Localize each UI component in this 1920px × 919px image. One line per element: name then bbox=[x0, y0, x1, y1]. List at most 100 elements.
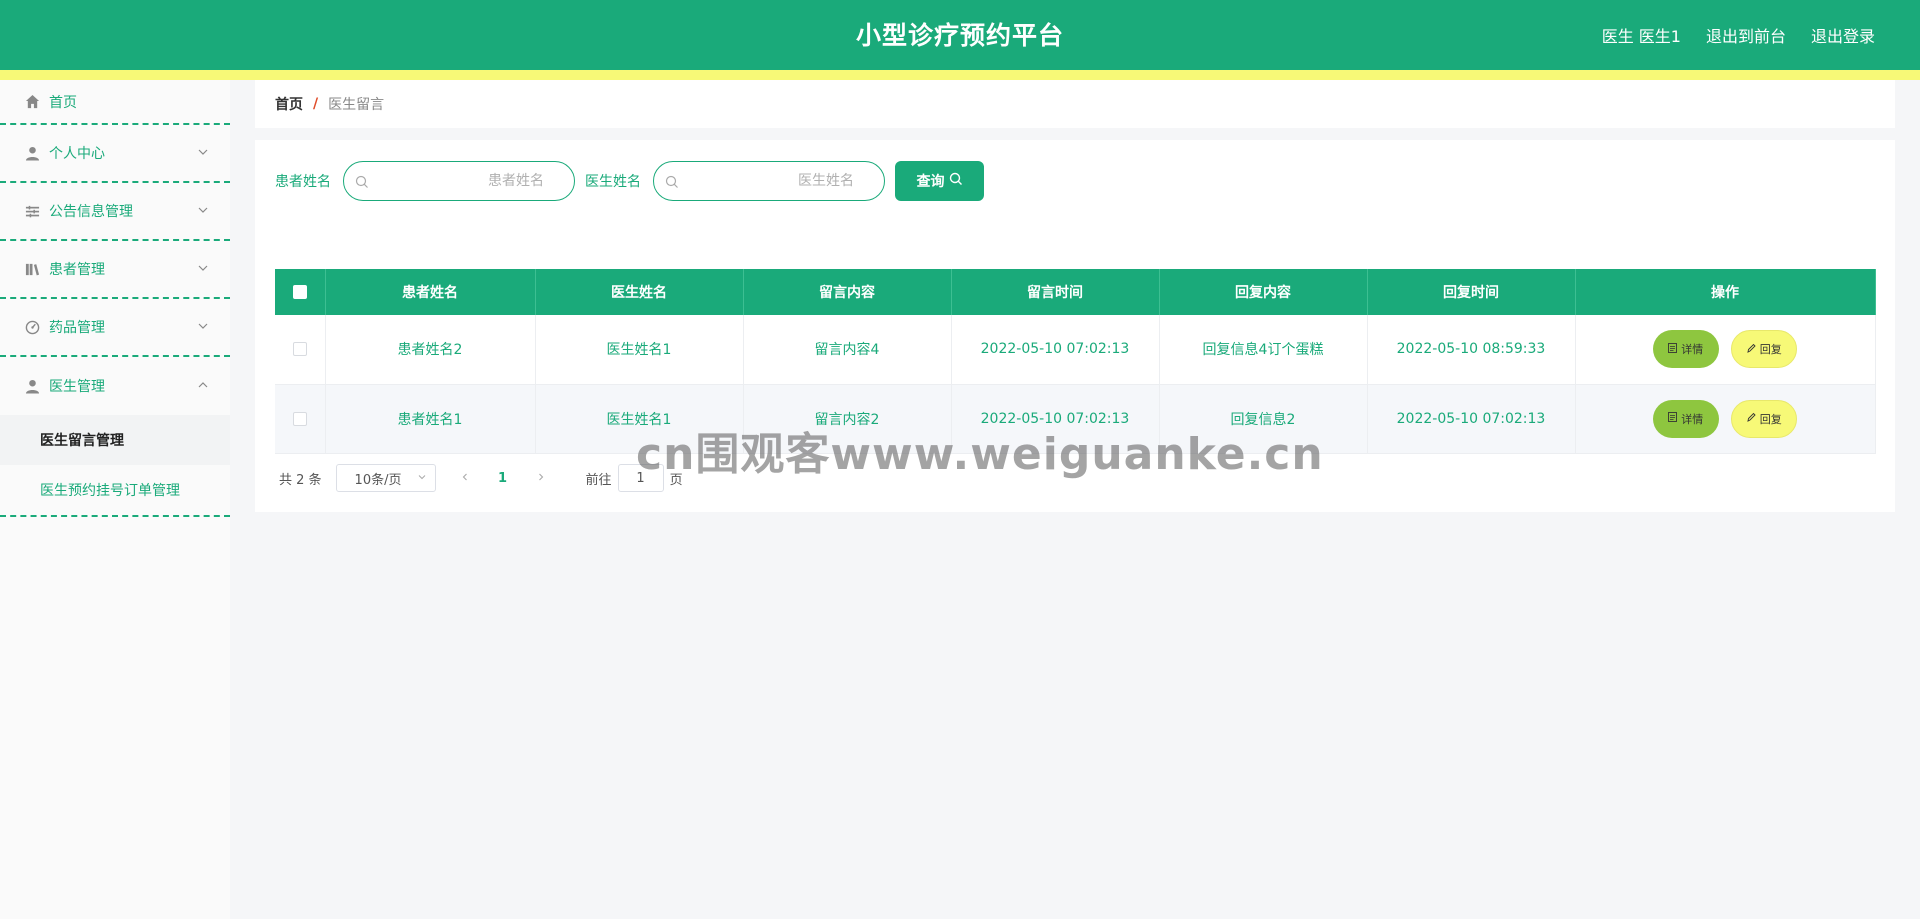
doctor-name-search bbox=[653, 161, 885, 201]
next-page-button[interactable] bbox=[526, 471, 556, 486]
content-card: 患者姓名 医生姓名 查询 患者姓名 bbox=[255, 140, 1895, 512]
detail-button-label: 详情 bbox=[1681, 412, 1704, 426]
message-time-cell: 2022-05-10 07:02:13 bbox=[951, 384, 1160, 454]
select-all-cell bbox=[275, 269, 326, 315]
goto-label: 前往 bbox=[585, 472, 612, 488]
sidebar-item-medicines[interactable]: 药品管理 bbox=[0, 299, 230, 357]
detail-button[interactable]: 详情 bbox=[1652, 399, 1719, 438]
pagination: 共 2 条 10条/页 1 前往 页 bbox=[279, 464, 683, 492]
page-size-value: 10条/页 bbox=[354, 472, 402, 488]
doctor-name-label: 医生姓名 bbox=[585, 174, 641, 190]
patient-name-label: 患者姓名 bbox=[275, 174, 331, 190]
actions-cell: 详情 回复 bbox=[1575, 315, 1876, 385]
detail-button-label: 详情 bbox=[1681, 343, 1704, 357]
total-count: 共 2 条 bbox=[279, 472, 322, 488]
row-checkbox[interactable] bbox=[292, 411, 307, 426]
doctor-submenu: 医生留言管理 医生预约挂号订单管理 bbox=[0, 415, 230, 517]
edit-icon bbox=[1747, 343, 1756, 356]
patient-name-input[interactable] bbox=[378, 164, 564, 198]
detail-button[interactable]: 详情 bbox=[1652, 330, 1719, 369]
user-icon bbox=[24, 378, 40, 394]
select-all-checkbox[interactable] bbox=[292, 285, 307, 299]
chevron-down-icon bbox=[196, 203, 210, 217]
current-user-link[interactable]: 医生 医生1 bbox=[1602, 23, 1681, 47]
sidebar-item-label: 首页 bbox=[49, 94, 77, 111]
sidebar-item-label: 公告信息管理 bbox=[49, 204, 133, 220]
query-button-label: 查询 bbox=[916, 174, 945, 190]
table-header-row: 患者姓名 医生姓名 留言内容 留言时间 回复内容 回复时间 操作 bbox=[275, 269, 1876, 315]
prev-page-button[interactable] bbox=[450, 471, 480, 486]
patient-name-cell: 患者姓名1 bbox=[325, 384, 536, 454]
sidebar-item-label: 药品管理 bbox=[49, 320, 105, 336]
chevron-up-icon bbox=[196, 378, 210, 392]
search-icon bbox=[355, 174, 369, 188]
back-to-frontend-link[interactable]: 退出到前台 bbox=[1706, 23, 1786, 47]
sidebar-item-doctors[interactable]: 医生管理 bbox=[0, 357, 230, 415]
breadcrumb-home[interactable]: 首页 bbox=[275, 94, 303, 114]
message-content-cell: 留言内容2 bbox=[743, 384, 952, 454]
top-links: 医生 医生1 退出到前台 退出登录 bbox=[1602, 0, 1875, 70]
query-button[interactable]: 查询 bbox=[895, 161, 984, 201]
doctor-name-cell: 医生姓名1 bbox=[535, 384, 744, 454]
reply-button[interactable]: 回复 bbox=[1731, 399, 1798, 438]
sidebar-item-label: 医生管理 bbox=[49, 379, 105, 395]
table-row: 患者姓名1 医生姓名1 留言内容2 2022-05-10 07:02:13 回复… bbox=[275, 384, 1876, 454]
breadcrumb: 首页 / 医生留言 bbox=[255, 80, 1895, 128]
sidebar-subitem-doctor-messages[interactable]: 医生留言管理 bbox=[0, 415, 230, 465]
column-header: 留言时间 bbox=[951, 269, 1160, 315]
list-icon bbox=[24, 203, 40, 219]
edit-icon bbox=[1747, 412, 1756, 425]
document-icon bbox=[1668, 342, 1678, 356]
chevron-right-icon bbox=[538, 473, 543, 480]
row-checkbox[interactable] bbox=[292, 342, 307, 357]
document-icon bbox=[1668, 412, 1678, 425]
sidebar-item-home[interactable]: 首页 bbox=[0, 80, 230, 125]
top-bar: 小型诊疗预约平台 医生 医生1 退出到前台 退出登录 bbox=[0, 0, 1920, 70]
search-form: 患者姓名 医生姓名 查询 bbox=[275, 161, 984, 201]
sidebar-item-label: 患者管理 bbox=[49, 262, 105, 278]
breadcrumb-current: 医生留言 bbox=[328, 97, 385, 113]
doctor-name-input[interactable] bbox=[688, 164, 874, 198]
page-unit-label: 页 bbox=[669, 472, 683, 488]
sidebar-item-announcements[interactable]: 公告信息管理 bbox=[0, 183, 230, 241]
page-size-select[interactable]: 10条/页 bbox=[335, 464, 436, 492]
chevron-left-icon bbox=[462, 473, 467, 480]
actions-cell: 详情 回复 bbox=[1575, 384, 1876, 454]
reply-button-label: 回复 bbox=[1759, 412, 1782, 426]
column-header: 医生姓名 bbox=[535, 269, 744, 315]
column-header: 操作 bbox=[1575, 269, 1876, 315]
sidebar: 首页 个人中心 公告信息管理 患者管理 药品管理 医生管理 医生留言管理 医生预… bbox=[0, 80, 230, 919]
reply-time-cell: 2022-05-10 07:02:13 bbox=[1367, 384, 1576, 454]
goto-page-input[interactable] bbox=[617, 464, 664, 492]
column-header: 回复时间 bbox=[1367, 269, 1576, 315]
sidebar-subitem-doctor-appointments[interactable]: 医生预约挂号订单管理 bbox=[0, 465, 230, 515]
patient-name-cell: 患者姓名2 bbox=[325, 315, 536, 385]
message-time-cell: 2022-05-10 07:02:13 bbox=[951, 315, 1160, 385]
logout-link[interactable]: 退出登录 bbox=[1811, 23, 1875, 47]
goto-page: 前往 页 bbox=[586, 464, 683, 492]
breadcrumb-separator: / bbox=[313, 96, 319, 112]
chevron-down-icon bbox=[196, 319, 210, 333]
chevron-down-icon bbox=[196, 145, 210, 159]
column-header: 回复内容 bbox=[1159, 269, 1368, 315]
column-header: 患者姓名 bbox=[325, 269, 536, 315]
column-header: 留言内容 bbox=[743, 269, 952, 315]
reply-button-label: 回复 bbox=[1759, 343, 1782, 357]
gauge-icon bbox=[24, 319, 40, 335]
page-number-1[interactable]: 1 bbox=[488, 471, 518, 486]
home-icon bbox=[24, 94, 40, 110]
search-icon bbox=[665, 174, 679, 188]
messages-table: 患者姓名 医生姓名 留言内容 留言时间 回复内容 回复时间 操作 患者姓名2 医… bbox=[275, 269, 1876, 454]
chevron-down-icon bbox=[196, 261, 210, 275]
user-icon bbox=[24, 145, 40, 161]
table-row: 患者姓名2 医生姓名1 留言内容4 2022-05-10 07:02:13 回复… bbox=[275, 315, 1876, 385]
sidebar-item-personal-center[interactable]: 个人中心 bbox=[0, 125, 230, 183]
reply-content-cell: 回复信息2 bbox=[1159, 384, 1368, 454]
search-icon bbox=[949, 172, 963, 190]
message-content-cell: 留言内容4 bbox=[743, 315, 952, 385]
doctor-name-cell: 医生姓名1 bbox=[535, 315, 744, 385]
reply-button[interactable]: 回复 bbox=[1731, 330, 1798, 369]
books-icon bbox=[24, 261, 40, 277]
sidebar-item-label: 个人中心 bbox=[49, 146, 105, 162]
sidebar-item-patients[interactable]: 患者管理 bbox=[0, 241, 230, 299]
